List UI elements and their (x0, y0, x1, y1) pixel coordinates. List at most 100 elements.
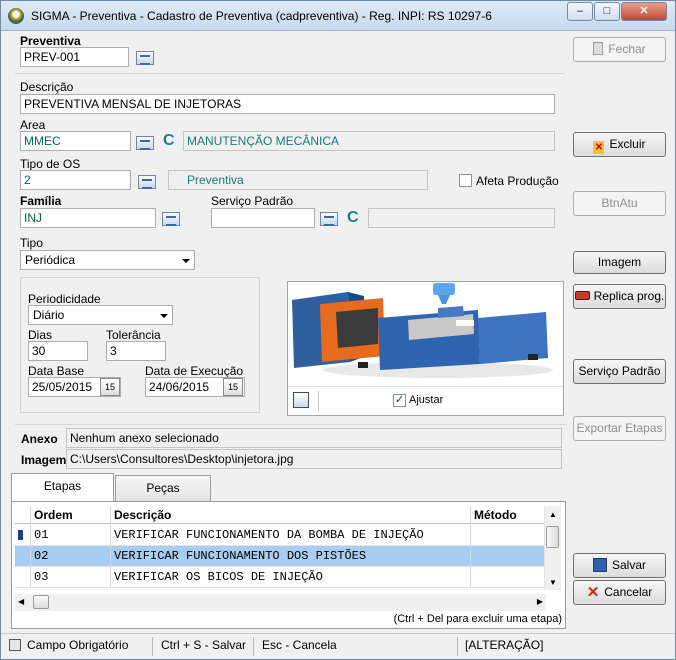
salvar-label: Salvar (611, 558, 646, 572)
imagem-path-field[interactable]: C:\Users\Consultores\Desktop\injetora.jp… (66, 449, 562, 469)
area-lookup-icon[interactable] (136, 136, 154, 150)
area-c-icon[interactable]: C (163, 132, 175, 150)
ajustar-checkbox[interactable]: ✓ (393, 394, 406, 407)
calendar-icon[interactable]: 15 (223, 378, 243, 396)
replica-prog-button[interactable]: Replica prog. (573, 284, 666, 309)
cell-descricao[interactable]: VERIFICAR OS BICOS DE INJEÇÃO (111, 567, 471, 588)
preventiva-lookup-icon[interactable] (136, 51, 154, 65)
servico-padrao-lookup-icon[interactable] (320, 212, 338, 226)
tab-pecas[interactable]: Peças (115, 475, 211, 501)
tipo-selected: Periódica (25, 253, 76, 267)
servico-padrao-c-icon[interactable]: C (347, 209, 359, 227)
title-bar[interactable]: SIGMA - Preventiva - Cadastro de Prevent… (1, 1, 675, 31)
minimize-button[interactable]: – (567, 2, 593, 21)
grid-horizontal-scrollbar[interactable]: ◀ ▶ (15, 594, 546, 611)
tab-etapas[interactable]: Etapas (11, 473, 114, 501)
tolerancia-label: Tolerância (106, 328, 161, 342)
main-window: SIGMA - Preventiva - Cadastro de Prevent… (0, 0, 676, 660)
servico-padrao-name-field (368, 208, 555, 228)
scroll-thumb[interactable] (546, 526, 559, 548)
fechar-label: Fechar (608, 42, 646, 56)
required-field-swatch-icon (9, 639, 21, 651)
cancel-x-icon: ✕ (586, 584, 600, 601)
tipo-os-code-field[interactable]: 2 (20, 170, 131, 190)
grid-vertical-scrollbar[interactable]: ▲ ▼ (544, 506, 561, 590)
tipo-os-lookup-icon[interactable] (138, 175, 156, 189)
fechar-button[interactable]: Fechar (573, 37, 666, 62)
exportar-etapas-button[interactable]: Exportar Etapas (573, 416, 666, 441)
divider (15, 424, 567, 425)
familia-label: Família (20, 194, 62, 208)
btnatu-button[interactable]: BtnAtu (573, 191, 666, 216)
row-indicator (15, 546, 31, 567)
familia-lookup-icon[interactable] (162, 212, 180, 226)
table-row[interactable]: 02 VERIFICAR FUNCIONAMENTO DOS PISTÕES (15, 546, 545, 567)
servico-padrao-button[interactable]: Serviço Padrão (573, 359, 666, 384)
preventiva-field[interactable]: PREV-001 (20, 47, 129, 67)
mode-indicator: [ALTERAÇÃO] (465, 638, 544, 652)
shortcut-cancela: Esc - Cancela (258, 637, 458, 656)
tipo-label: Tipo (20, 236, 43, 250)
cell-metodo[interactable] (471, 546, 545, 567)
imagem-button[interactable]: Imagem (573, 251, 666, 274)
descricao-label: Descrição (20, 80, 74, 94)
table-row[interactable]: 03 VERIFICAR OS BICOS DE INJEÇÃO (15, 567, 545, 588)
campo-obrigatorio-legend: Campo Obrigatório (5, 637, 153, 656)
image-fit-icon[interactable] (293, 392, 309, 408)
calendar-icon[interactable]: 15 (100, 378, 120, 396)
cell-ordem[interactable]: 01 (31, 525, 111, 546)
salvar-button[interactable]: Salvar (573, 553, 666, 578)
replica-label: Replica prog. (593, 289, 665, 303)
data-execucao-label: Data de Execução (145, 364, 244, 378)
cell-metodo[interactable] (471, 567, 545, 588)
scroll-right-icon[interactable]: ▶ (537, 597, 543, 606)
cell-metodo[interactable] (471, 525, 545, 546)
scroll-up-icon[interactable]: ▲ (549, 510, 557, 519)
data-base-label: Data Base (28, 364, 85, 378)
scroll-left-icon[interactable]: ◀ (18, 597, 24, 606)
cancelar-button[interactable]: ✕ Cancelar (573, 580, 666, 605)
dias-field[interactable]: 30 (28, 341, 88, 361)
divider (318, 391, 319, 411)
excluir-button[interactable]: ✕ Excluir (573, 132, 666, 157)
app-logo-icon (8, 8, 24, 24)
maximize-button[interactable]: □ (594, 2, 620, 21)
cell-descricao[interactable]: VERIFICAR FUNCIONAMENTO DA BOMBA DE INJE… (111, 525, 471, 546)
cell-descricao[interactable]: VERIFICAR FUNCIONAMENTO DOS PISTÕES (111, 546, 471, 567)
chevron-down-icon (182, 259, 190, 263)
excluir-label: Excluir (609, 137, 646, 151)
delete-icon: ✕ (593, 141, 605, 154)
area-name-field: MANUTENÇÃO MECÂNICA (183, 131, 555, 151)
descricao-field[interactable]: PREVENTIVA MENSAL DE INJETORAS (20, 94, 555, 114)
window-title: SIGMA - Preventiva - Cadastro de Prevent… (31, 9, 492, 23)
periodicidade-selected: Diário (33, 308, 65, 322)
grid-header: Ordem Descrição Método (15, 506, 545, 524)
column-header-descricao[interactable]: Descrição (111, 506, 471, 524)
grid-hint: (Ctrl + Del para excluir uma etapa) (393, 613, 562, 625)
cell-ordem[interactable]: 02 (31, 546, 111, 567)
table-row[interactable]: 01 VERIFICAR FUNCIONAMENTO DA BOMBA DE I… (15, 525, 545, 546)
column-header-ordem[interactable]: Ordem (31, 506, 111, 524)
close-button[interactable]: ✕ (621, 2, 667, 21)
door-icon (593, 42, 604, 55)
divider (15, 73, 565, 74)
scroll-down-icon[interactable]: ▼ (549, 578, 557, 587)
servico-padrao-field[interactable] (211, 208, 315, 228)
afeta-producao-label: Afeta Produção (476, 174, 559, 188)
imagem-label: Imagem (21, 453, 67, 467)
tipo-select[interactable]: Periódica (20, 250, 195, 270)
anexo-field[interactable]: Nenhum anexo selecionado (66, 428, 562, 448)
machine-image-box: ✓ Ajustar (287, 281, 564, 416)
anexo-label: Anexo (21, 432, 58, 446)
image-toolbar: ✓ Ajustar (288, 386, 563, 415)
area-label: Area (20, 118, 46, 132)
tolerancia-field[interactable]: 3 (106, 341, 166, 361)
row-indicator-header (15, 506, 31, 524)
area-code-field[interactable]: MMEC (20, 131, 131, 151)
cell-ordem[interactable]: 03 (31, 567, 111, 588)
column-header-metodo[interactable]: Método (471, 506, 545, 524)
familia-field[interactable]: INJ (20, 208, 156, 228)
scroll-thumb[interactable] (33, 595, 49, 609)
afeta-producao-checkbox[interactable] (459, 174, 472, 187)
periodicidade-select[interactable]: Diário (28, 305, 173, 325)
